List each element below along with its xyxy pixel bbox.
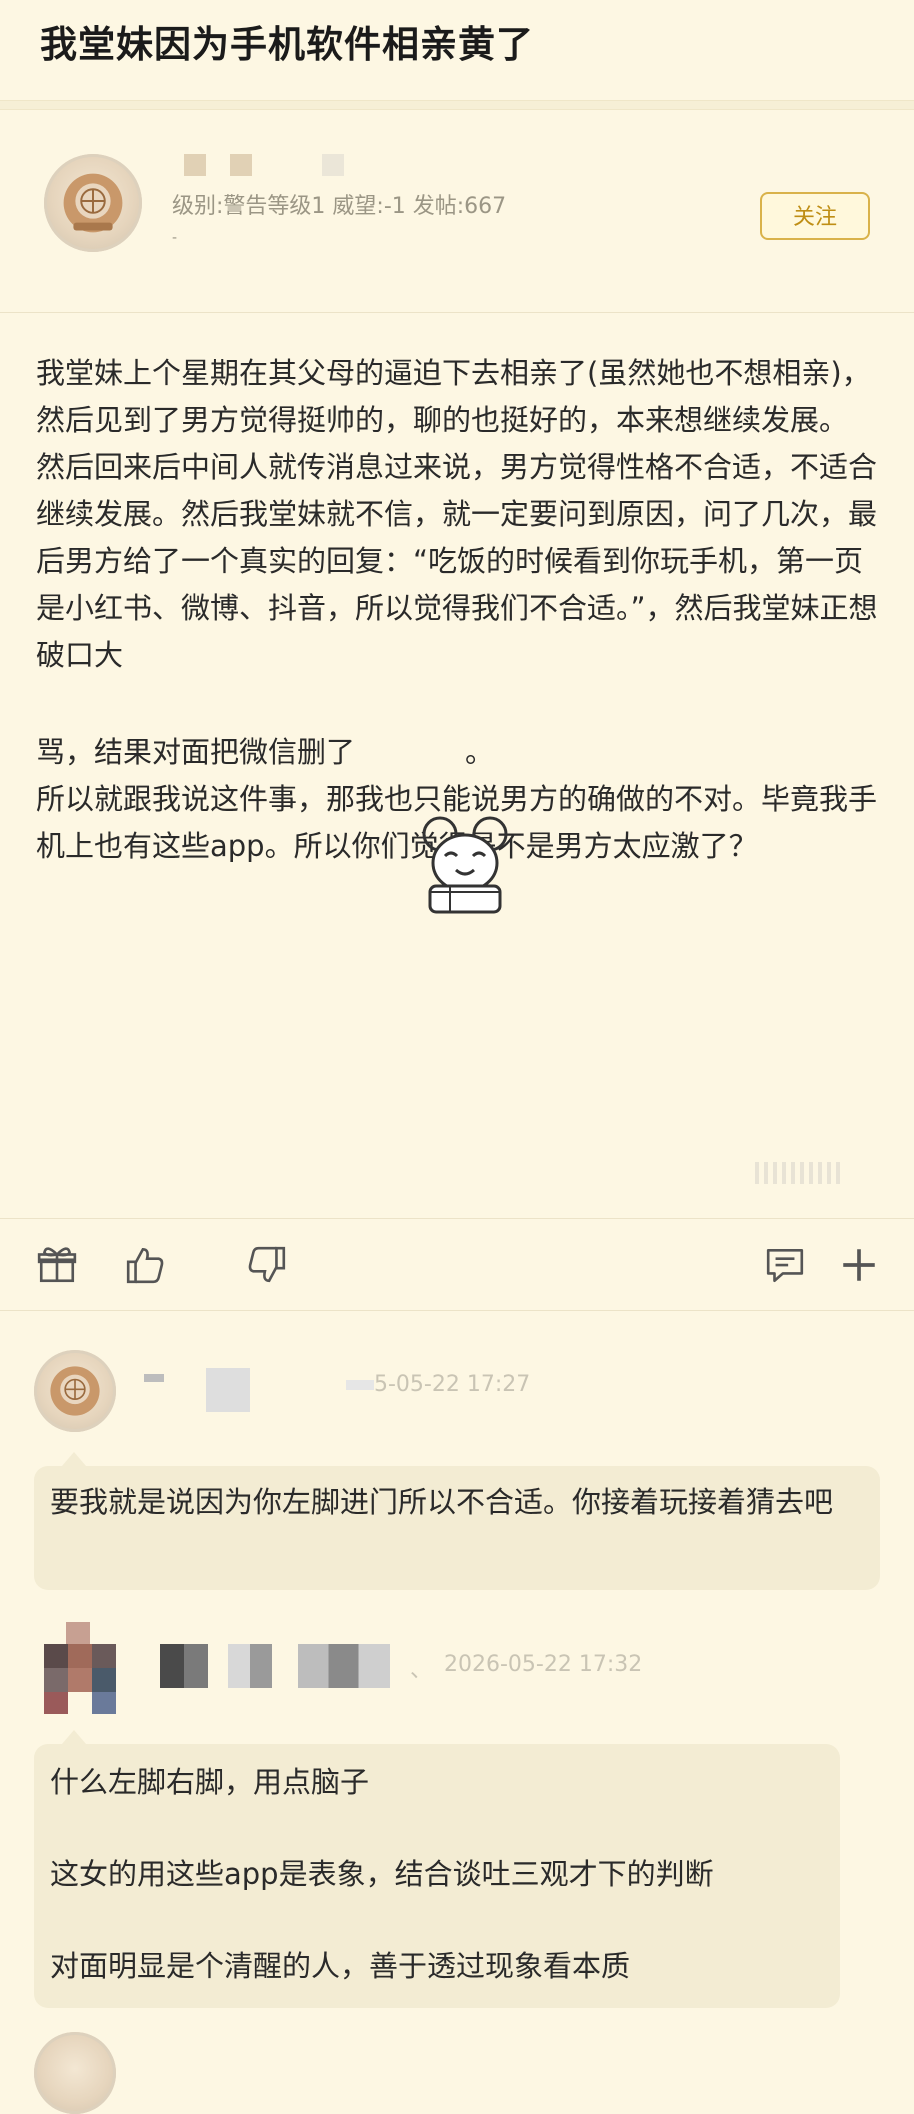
comment-date-sep: 、 [410,1658,433,1683]
commenter-name-blur [228,1644,272,1688]
comment-date: 5-05-22 17:27 [374,1372,531,1397]
commenter-name-blur [298,1644,390,1688]
header-divider [0,100,914,110]
post-paragraph: 然后回来后中间人就传消息过来说，男方觉得性格不合适，不适合继续发展。然后我堂妹就… [36,450,878,672]
comment-bubble: 什么左脚右脚，用点脑子 这女的用这些app是表象，结合谈吐三观才下的判断 对面明… [34,1744,840,2008]
page-title: 我堂妹因为手机软件相亲黄了 [40,23,534,66]
post-paragraph: 我堂妹上个星期在其父母的逼迫下去相亲了(虽然她也不想相亲)，然后见到了男方觉得挺… [36,356,871,437]
comment-text: 要我就是说因为你左脚进门所以不合适。你接着玩接着猜去吧 [50,1485,834,1519]
comment-line: 对面明显是个清醒的人，善于透过现象看本质 [50,1949,631,1983]
comment-line: 什么左脚右脚，用点脑子 [50,1765,370,1799]
author-divider [0,312,914,313]
post-paragraph: 骂，结果对面把微信删了 。 [36,729,886,776]
post-text: 。 [465,735,495,769]
gift-icon[interactable] [36,1244,78,1286]
username-pixel [184,154,206,176]
commenter-avatar[interactable] [44,1622,118,1714]
bubble-tail [62,1452,86,1466]
post-text: 骂，结果对面把微信删了 [36,735,356,769]
post-divider [0,1218,914,1219]
date-blur [346,1380,374,1390]
commenter-avatar[interactable] [34,1350,116,1432]
bubble-tail [62,1730,86,1744]
plus-icon[interactable] [838,1244,880,1286]
thumbs-down-icon[interactable] [246,1244,288,1286]
diving-helmet-icon [63,173,123,233]
commenter-name-blur [144,1374,164,1382]
commenter-name-blur [160,1644,208,1688]
author-avatar[interactable] [44,154,142,252]
author-meta: 级别:警告等级1 威望:-1 发帖:667 [172,194,507,219]
username-pixel [322,154,344,176]
comment-icon[interactable] [764,1244,806,1286]
comment-line: 这女的用这些app是表象，结合谈吐三观才下的判断 [50,1857,714,1891]
username-pixel [230,154,252,176]
comment-bubble: 要我就是说因为你左脚进门所以不合适。你接着玩接着猜去吧 [34,1466,880,1590]
commenter-name-blur [206,1368,250,1412]
author-meta-dot: - [172,230,178,246]
commenter-avatar[interactable] [34,2032,116,2114]
post-body: 我堂妹上个星期在其父母的逼迫下去相亲了(虽然她也不想相亲)，然后见到了男方觉得挺… [36,350,886,870]
thumbs-up-icon[interactable] [124,1244,166,1286]
follow-button[interactable]: 关注 [760,192,870,240]
anime-sticker [410,808,520,918]
toolbar-divider [0,1310,914,1311]
diving-helmet-icon [50,1366,100,1416]
comment-date: 2026-05-22 17:32 [444,1652,643,1677]
faded-mark [755,1162,845,1184]
